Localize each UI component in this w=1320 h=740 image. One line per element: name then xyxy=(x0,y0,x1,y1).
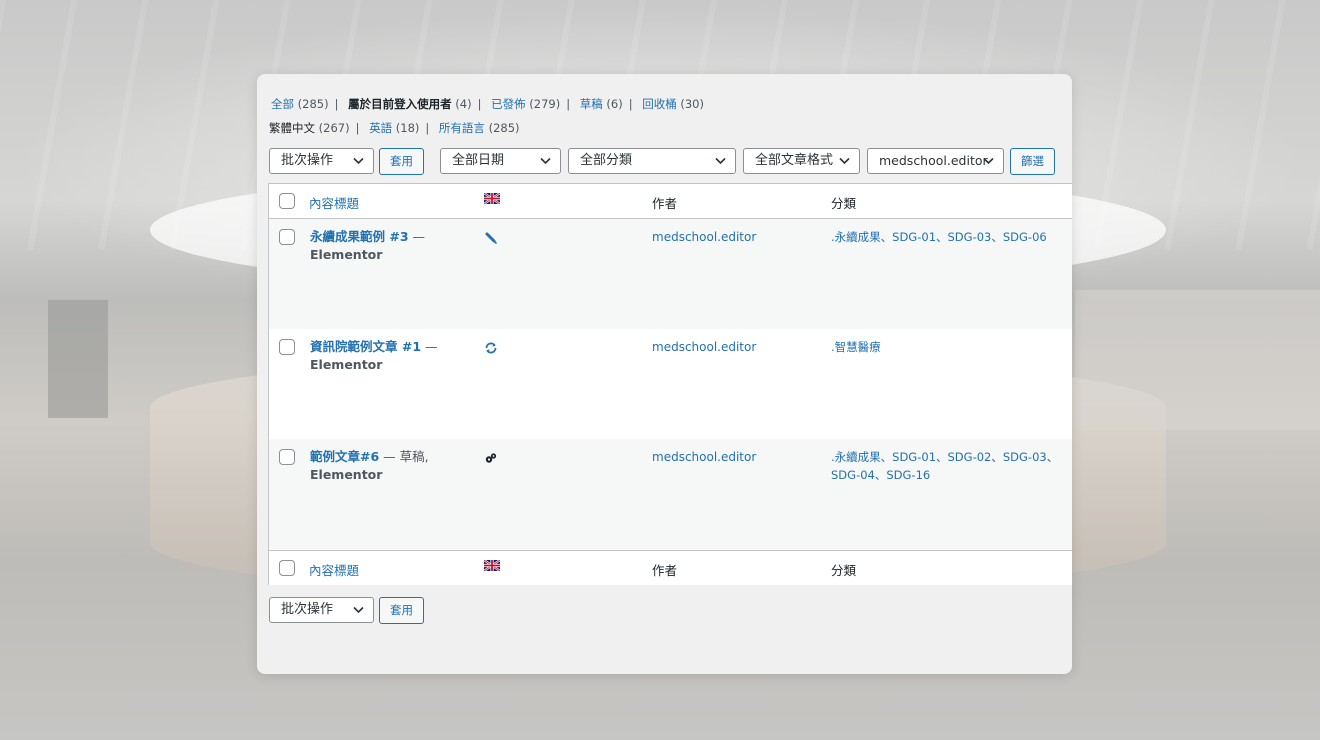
post-state: — 草稿, xyxy=(379,449,429,464)
apply-button-bottom[interactable]: 套用 xyxy=(379,597,424,624)
chevron-down-icon xyxy=(983,157,994,165)
column-title-sort-link[interactable]: 內容標題 xyxy=(309,560,359,579)
filter-drafts-count: (6) xyxy=(606,97,623,111)
author-filter-select[interactable]: medschool.editor xyxy=(867,148,1004,174)
chevron-down-icon xyxy=(839,157,850,165)
filter-mine-count: (4) xyxy=(455,97,472,111)
bulk-action-label: 批次操作 xyxy=(281,153,334,168)
posts-table: 內容標題 作者 分類 永續成果範例 #3 — Elementor medscho… xyxy=(268,183,1072,585)
date-filter-label: 全部日期 xyxy=(452,153,505,168)
background-door xyxy=(48,300,108,418)
filter-button[interactable]: 篩選 xyxy=(1010,148,1055,175)
row-author-link[interactable]: medschool.editor xyxy=(652,228,756,246)
chevron-down-icon xyxy=(353,157,364,165)
post-builder-label: Elementor xyxy=(310,247,383,262)
filter-drafts[interactable]: 草稿 xyxy=(580,97,603,111)
uk-flag-icon[interactable] xyxy=(484,560,500,571)
translation-icon[interactable] xyxy=(484,451,498,465)
row-categories[interactable]: .永續成果、SDG-01、SDG-03、SDG-06 xyxy=(831,228,1061,246)
select-all-checkbox[interactable] xyxy=(279,560,295,576)
apply-button[interactable]: 套用 xyxy=(379,148,424,175)
post-title-link[interactable]: 資訊院範例文章 #1 xyxy=(310,339,421,354)
filter-published[interactable]: 已發佈 xyxy=(491,97,526,111)
post-builder-label: Elementor xyxy=(310,357,383,372)
table-row: 資訊院範例文章 #1 — Elementor medschool.editor … xyxy=(269,329,1072,439)
column-title-sort-link[interactable]: 內容標題 xyxy=(309,193,359,212)
filter-published-count: (279) xyxy=(529,97,561,111)
category-filter-label: 全部分類 xyxy=(580,153,633,168)
filter-all[interactable]: 全部 xyxy=(271,97,294,111)
post-title-link[interactable]: 範例文章#6 xyxy=(310,449,379,464)
row-author-link[interactable]: medschool.editor xyxy=(652,338,756,356)
uk-flag-icon[interactable] xyxy=(484,193,500,204)
row-checkbox[interactable] xyxy=(279,229,295,245)
post-state: — xyxy=(421,339,438,354)
select-all-checkbox[interactable] xyxy=(279,193,295,209)
row-categories[interactable]: .智慧醫療 xyxy=(831,338,1061,356)
row-checkbox[interactable] xyxy=(279,449,295,465)
category-filter-select[interactable]: 全部分類 xyxy=(568,148,736,174)
row-categories[interactable]: .永續成果、SDG-01、SDG-02、SDG-03、SDG-04、SDG-16 xyxy=(831,448,1061,484)
lang-zh-tw-count: (267) xyxy=(318,121,350,135)
lang-zh-tw[interactable]: 繁體中文 xyxy=(269,121,315,135)
column-author: 作者 xyxy=(652,196,678,211)
background-wall xyxy=(1075,290,1320,430)
row-title-cell: 資訊院範例文章 #1 — Elementor xyxy=(310,338,450,374)
row-checkbox[interactable] xyxy=(279,339,295,355)
sync-icon[interactable] xyxy=(484,341,498,355)
table-row: 永續成果範例 #3 — Elementor medschool.editor .… xyxy=(269,219,1072,329)
bulk-action-select-bottom[interactable]: 批次操作 xyxy=(269,597,374,623)
chevron-down-icon xyxy=(715,157,726,165)
table-footer: 內容標題 作者 分類 xyxy=(269,550,1072,585)
date-filter-select[interactable]: 全部日期 xyxy=(440,148,561,174)
table-header: 內容標題 作者 分類 xyxy=(269,184,1072,219)
language-filters: 繁體中文 (267) | 英語 (18) | 所有語言 (285) xyxy=(269,121,520,135)
lang-en[interactable]: 英語 xyxy=(369,121,392,135)
lang-en-count: (18) xyxy=(395,121,420,135)
filter-trash[interactable]: 回收桶 xyxy=(642,97,677,111)
posts-list-panel: 全部 (285) | 屬於目前登入使用者 (4) | 已發佈 (279) | 草稿 (… xyxy=(257,74,1072,674)
column-author: 作者 xyxy=(652,563,678,578)
post-title-link[interactable]: 永續成果範例 #3 xyxy=(310,229,409,244)
post-state: — xyxy=(408,229,426,244)
format-filter-select[interactable]: 全部文章格式 xyxy=(743,148,860,174)
format-filter-label: 全部文章格式 xyxy=(755,153,834,168)
post-builder-label: Elementor xyxy=(310,467,383,482)
column-categories: 分類 xyxy=(831,563,857,578)
row-title-cell: 永續成果範例 #3 — Elementor xyxy=(310,228,450,264)
row-title-cell: 範例文章#6 — 草稿, Elementor xyxy=(310,448,450,484)
bulk-action-select[interactable]: 批次操作 xyxy=(269,148,374,174)
lang-all-count: (285) xyxy=(488,121,520,135)
filter-trash-count: (30) xyxy=(680,97,704,111)
lang-all[interactable]: 所有語言 xyxy=(439,121,485,135)
chevron-down-icon xyxy=(353,606,364,614)
filter-mine[interactable]: 屬於目前登入使用者 xyxy=(348,97,452,111)
pencil-icon[interactable] xyxy=(484,231,498,245)
row-author-link[interactable]: medschool.editor xyxy=(652,448,756,466)
table-row: 範例文章#6 — 草稿, Elementor medschool.editor … xyxy=(269,439,1072,549)
bulk-action-label: 批次操作 xyxy=(281,602,334,617)
filter-all-count: (285) xyxy=(297,97,329,111)
author-filter-label: medschool.editor xyxy=(879,153,988,168)
column-categories: 分類 xyxy=(831,196,857,211)
chevron-down-icon xyxy=(540,157,551,165)
status-filters: 全部 (285) | 屬於目前登入使用者 (4) | 已發佈 (279) | 草稿 (… xyxy=(271,97,704,111)
